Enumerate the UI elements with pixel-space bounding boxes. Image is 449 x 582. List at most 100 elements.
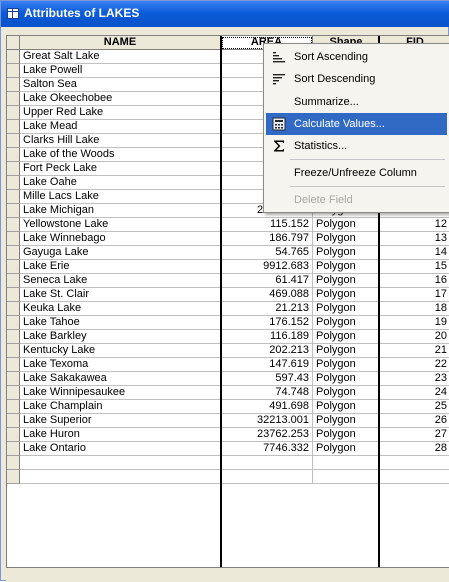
cell-name[interactable]: Upper Red Lake xyxy=(20,106,221,120)
table-row[interactable]: Kentucky Lake 202.213 Polygon 21 xyxy=(7,344,449,358)
row-selector[interactable] xyxy=(7,302,20,316)
row-selector[interactable] xyxy=(7,428,20,442)
cell-name[interactable]: Seneca Lake xyxy=(20,274,221,288)
cell-name[interactable]: Great Salt Lake xyxy=(20,50,221,64)
cell-name[interactable]: Yellowstone Lake xyxy=(20,218,221,232)
cell-name[interactable]: Lake Barkley xyxy=(20,330,221,344)
row-selector[interactable] xyxy=(7,386,20,400)
cell-fid[interactable]: 15 xyxy=(380,260,449,274)
row-selector[interactable] xyxy=(7,204,20,218)
cell-name[interactable]: Lake Winnipesaukee xyxy=(20,386,221,400)
cell-name[interactable]: Gayuga Lake xyxy=(20,246,221,260)
row-selector[interactable] xyxy=(7,414,20,428)
cell-shape[interactable]: Polygon xyxy=(313,274,380,288)
cell-fid[interactable]: 19 xyxy=(380,316,449,330)
cell-area[interactable]: 7746.332 xyxy=(221,442,313,456)
cell-name[interactable]: Lake of the Woods xyxy=(20,148,221,162)
cell-fid[interactable]: 20 xyxy=(380,330,449,344)
cell-fid[interactable]: 16 xyxy=(380,274,449,288)
cell-fid[interactable] xyxy=(380,456,449,470)
table-row[interactable]: Lake Winnipesaukee 74.748 Polygon 24 xyxy=(7,386,449,400)
cell-fid[interactable]: 22 xyxy=(380,358,449,372)
cell-fid[interactable] xyxy=(380,470,449,484)
table-row[interactable]: Lake Barkley 116.189 Polygon 20 xyxy=(7,330,449,344)
header-corner[interactable] xyxy=(7,36,20,50)
cell-area[interactable]: 147.619 xyxy=(221,358,313,372)
cell-fid[interactable]: 26 xyxy=(380,414,449,428)
cell-shape[interactable]: Polygon xyxy=(313,330,380,344)
cell-fid[interactable]: 28 xyxy=(380,442,449,456)
cell-fid[interactable]: 14 xyxy=(380,246,449,260)
cell-fid[interactable]: 24 xyxy=(380,386,449,400)
table-row[interactable]: Lake Texoma 147.619 Polygon 22 xyxy=(7,358,449,372)
cell-name[interactable] xyxy=(20,470,221,484)
table-row[interactable]: Gayuga Lake 54.765 Polygon 14 xyxy=(7,246,449,260)
row-selector[interactable] xyxy=(7,78,20,92)
cell-area[interactable] xyxy=(221,470,313,484)
row-selector[interactable] xyxy=(7,344,20,358)
cell-fid[interactable]: 25 xyxy=(380,400,449,414)
row-selector[interactable] xyxy=(7,400,20,414)
row-selector[interactable] xyxy=(7,358,20,372)
menu-item-sort-descending[interactable]: Sort Descending xyxy=(266,68,447,90)
table-row[interactable]: Lake Ontario 7746.332 Polygon 28 xyxy=(7,442,449,456)
cell-shape[interactable] xyxy=(313,456,380,470)
table-row[interactable] xyxy=(7,456,449,470)
cell-area[interactable]: 9912.683 xyxy=(221,260,313,274)
cell-area[interactable]: 54.765 xyxy=(221,246,313,260)
cell-name[interactable]: Lake Michigan xyxy=(20,204,221,218)
table-row[interactable]: Lake Erie 9912.683 Polygon 15 xyxy=(7,260,449,274)
row-selector[interactable] xyxy=(7,372,20,386)
cell-name[interactable]: Lake St. Clair xyxy=(20,288,221,302)
menu-item-sort-ascending[interactable]: Sort Ascending xyxy=(266,46,447,68)
row-selector[interactable] xyxy=(7,106,20,120)
row-selector[interactable] xyxy=(7,316,20,330)
cell-name[interactable]: Lake Champlain xyxy=(20,400,221,414)
cell-name[interactable]: Lake Tahoe xyxy=(20,316,221,330)
row-selector[interactable] xyxy=(7,176,20,190)
table-row[interactable]: Keuka Lake 21.213 Polygon 18 xyxy=(7,302,449,316)
menu-item-statistics[interactable]: Statistics... xyxy=(266,135,447,157)
row-selector[interactable] xyxy=(7,274,20,288)
row-selector[interactable] xyxy=(7,162,20,176)
cell-shape[interactable]: Polygon xyxy=(313,358,380,372)
cell-name[interactable]: Lake Huron xyxy=(20,428,221,442)
table-row[interactable]: Lake Winnebago 186.797 Polygon 13 xyxy=(7,232,449,246)
cell-shape[interactable]: Polygon xyxy=(313,428,380,442)
cell-area[interactable]: 21.213 xyxy=(221,302,313,316)
menu-item-summarize[interactable]: Summarize... xyxy=(266,91,447,113)
cell-shape[interactable]: Polygon xyxy=(313,442,380,456)
cell-area[interactable]: 597.43 xyxy=(221,372,313,386)
row-selector[interactable] xyxy=(7,64,20,78)
cell-name[interactable]: Lake Erie xyxy=(20,260,221,274)
cell-fid[interactable]: 18 xyxy=(380,302,449,316)
cell-shape[interactable]: Polygon xyxy=(313,400,380,414)
row-selector[interactable] xyxy=(7,148,20,162)
cell-shape[interactable]: Polygon xyxy=(313,218,380,232)
row-selector[interactable] xyxy=(7,50,20,64)
cell-area[interactable]: 491.698 xyxy=(221,400,313,414)
cell-area[interactable]: 74.748 xyxy=(221,386,313,400)
row-selector[interactable] xyxy=(7,456,20,470)
menu-item-calculate-values[interactable]: Calculate Values... xyxy=(266,113,447,135)
cell-shape[interactable]: Polygon xyxy=(313,414,380,428)
cell-name[interactable]: Mille Lacs Lake xyxy=(20,190,221,204)
cell-fid[interactable]: 27 xyxy=(380,428,449,442)
row-selector[interactable] xyxy=(7,232,20,246)
row-selector[interactable] xyxy=(7,330,20,344)
row-selector[interactable] xyxy=(7,218,20,232)
cell-fid[interactable]: 23 xyxy=(380,372,449,386)
cell-name[interactable]: Lake Texoma xyxy=(20,358,221,372)
row-selector[interactable] xyxy=(7,442,20,456)
row-selector[interactable] xyxy=(7,134,20,148)
row-selector[interactable] xyxy=(7,260,20,274)
cell-name[interactable]: Lake Oahe xyxy=(20,176,221,190)
cell-area[interactable]: 176.152 xyxy=(221,316,313,330)
table-row[interactable]: Lake St. Clair 469.088 Polygon 17 xyxy=(7,288,449,302)
row-selector[interactable] xyxy=(7,190,20,204)
cell-name[interactable]: Lake Okeechobee xyxy=(20,92,221,106)
cell-area[interactable] xyxy=(221,456,313,470)
cell-name[interactable]: Clarks Hill Lake xyxy=(20,134,221,148)
row-selector[interactable] xyxy=(7,120,20,134)
cell-fid[interactable]: 13 xyxy=(380,232,449,246)
